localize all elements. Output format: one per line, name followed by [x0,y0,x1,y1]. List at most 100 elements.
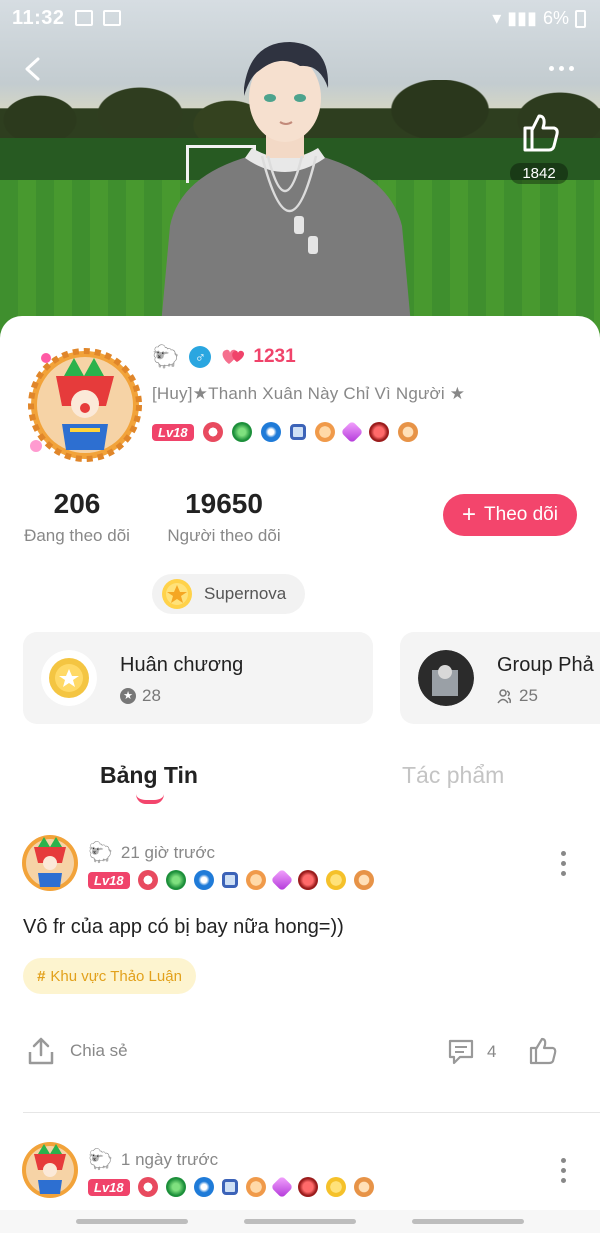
badge-blue-icon [260,422,281,442]
badge-rabbit-icon [137,870,158,890]
nav-back-button[interactable] [412,1219,524,1224]
post-more-icon[interactable] [561,851,566,876]
nav-home-button[interactable] [244,1219,356,1224]
profile-like-button[interactable]: 1842 [506,110,572,184]
sheep-zodiac-icon: 🐑 [88,842,113,864]
badge-row: Lv18 [152,420,418,444]
profile-like-count: 1842 [510,163,568,184]
post-like-icon[interactable] [528,1036,558,1066]
level-badge: Lv18 [152,423,194,441]
supernova-icon [162,579,192,609]
tier-label: Supernova [204,584,287,603]
level-badge: Lv18 [88,1178,130,1196]
badge-rabbit-icon [202,422,223,442]
level-badge: Lv18 [88,871,130,889]
group-card-title: Group Phả [497,654,594,676]
medal-card-count-row: ★ 28 [120,686,161,706]
badge-green-icon [165,870,186,890]
badge-lion-icon [353,1177,374,1197]
medal-count: 28 [142,686,161,705]
star-circle-icon: ★ [120,688,136,704]
sheep-zodiac-icon: 🐑 [152,344,180,369]
status-bar: 11:32 ▾ ▮▮▮ 6% [0,0,600,36]
hearts-icon [222,349,245,364]
badge-hexagon-icon [221,1179,238,1195]
medal-card-title: Huân chương [120,654,244,676]
badge-demon-icon [297,1177,318,1197]
badge-supernova-icon [325,870,346,890]
post-author-avatar[interactable] [20,833,80,893]
badge-purple-gem-icon [340,420,363,444]
more-options-icon[interactable] [549,66,574,71]
badge-blue-icon [193,870,214,890]
post-meta: 🐑 21 giờ trước [88,840,215,865]
thumbs-up-icon [523,114,559,152]
badge-green-icon [231,422,252,442]
plus-icon: + [462,501,477,528]
post-topic-label: Khu vực Thảo Luận [50,967,182,985]
post-time: 1 ngày trước [120,1149,219,1169]
love-count-value: 1231 [253,346,296,367]
hashtag-icon: # [37,967,46,985]
comment-button[interactable]: 4 [447,1038,496,1066]
tier-badge[interactable]: Supernova [152,574,305,614]
share-label: Chia sẻ [70,1041,128,1060]
followers-count: 19650 [185,488,263,519]
group-card-count-row: 25 [497,686,538,706]
post-topic-tag[interactable]: # Khu vực Thảo Luận [23,958,196,994]
share-button[interactable]: Chia sẻ [26,1036,128,1066]
badge-purple-gem-icon [270,868,293,892]
post-meta: 🐑 1 ngày trước [88,1147,218,1172]
checkbox-notification-icon [102,10,121,26]
post-time: 21 giờ trước [120,842,216,862]
comment-icon [448,1039,474,1065]
follow-button[interactable]: + Theo dõi [443,494,577,536]
members-icon [497,689,511,704]
display-name: [Huy]★Thanh Xuân Này Chỉ Vì Người ★ [152,384,466,403]
battery-label: 6% [542,8,569,28]
badge-green-icon [165,1177,186,1197]
wifi-icon: ▾ [492,8,502,28]
status-time: 11:32 [12,6,65,29]
group-member-count: 25 [519,686,538,705]
back-arrow-icon[interactable] [20,56,46,82]
image-notification-icon [74,10,93,26]
tab-news-feed[interactable]: Bảng Tin [100,762,198,789]
group-card[interactable]: Group Phả 25 [400,632,600,724]
medal-icon [41,650,97,706]
post-divider [23,1112,600,1113]
signal-icon: ▮▮▮ [507,8,537,28]
badge-rabbit-icon [137,1177,158,1197]
tab-works[interactable]: Tác phẩm [402,762,504,789]
followers-label: Người theo dõi [167,526,281,545]
group-avatar [418,650,474,706]
badge-tiger-icon [245,870,266,890]
following-label: Đang theo dõi [24,526,130,545]
comment-count: 4 [487,1042,497,1061]
following-stat[interactable]: 206 Đang theo dõi [22,488,132,546]
badge-tiger-icon [245,1177,266,1197]
badge-hexagon-icon [221,872,238,888]
post-author-avatar[interactable] [20,1140,80,1200]
badge-purple-gem-icon [270,1175,293,1199]
love-count: 1231 [221,346,296,368]
followers-stat[interactable]: 19650 Người theo dõi [164,488,284,546]
nav-recents-button[interactable] [76,1219,188,1224]
male-gender-icon: ♂ [189,346,212,368]
badge-demon-icon [368,422,389,442]
badge-supernova-icon [325,1177,346,1197]
badge-lion-icon [353,870,374,890]
following-count: 206 [53,488,101,519]
status-right: ▾ ▮▮▮ 6% [492,8,586,29]
battery-icon [575,9,586,28]
badge-tiger-icon [314,422,335,442]
profile-avatar[interactable] [26,346,144,464]
badge-lion-icon [397,422,418,442]
medal-card[interactable]: Huân chương ★ 28 [23,632,373,724]
share-icon [28,1037,54,1065]
sheep-zodiac-icon: 🐑 [88,1149,113,1171]
profile-name-row: 🐑 ♂ 1231 [152,344,296,370]
post-more-icon[interactable] [561,1158,566,1183]
badge-hexagon-icon [289,424,306,440]
post-badge-row: Lv18 [88,868,374,892]
